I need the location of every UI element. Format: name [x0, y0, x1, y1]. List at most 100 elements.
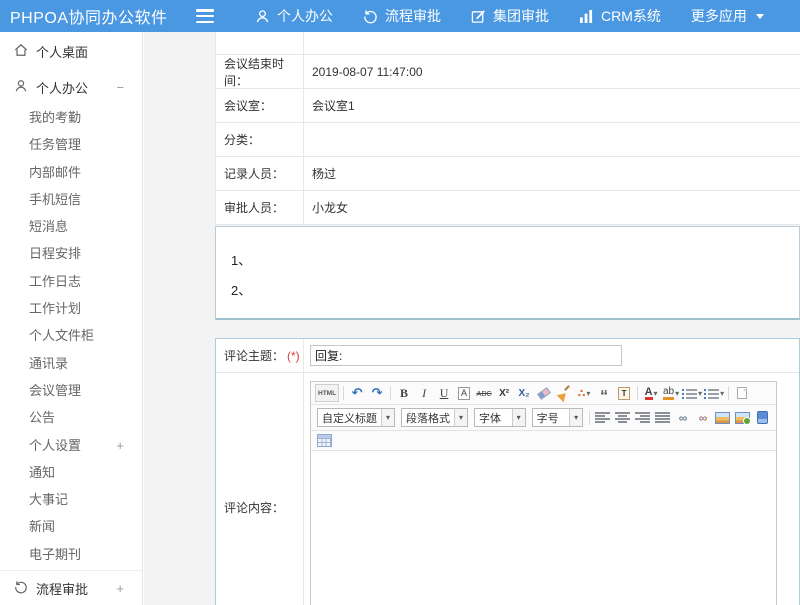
- sidebar-item-memorabilia[interactable]: 大事记: [0, 486, 142, 513]
- caret-down-icon: ▾: [586, 389, 590, 398]
- bold-button[interactable]: B: [395, 384, 413, 402]
- caret-down-icon: ▾: [454, 409, 467, 426]
- comment-content-textarea[interactable]: [311, 451, 776, 605]
- underline-button[interactable]: U: [435, 384, 453, 402]
- nav-label: 集团审批: [493, 6, 549, 26]
- field-label: 记录人员：: [216, 157, 304, 190]
- comment-section: 评论主题： (*) 评论内容： HTML ↶ ↷: [215, 338, 800, 605]
- sidebar-item-notice[interactable]: 通知: [0, 459, 142, 486]
- nav-personal-office[interactable]: 个人办公: [240, 0, 348, 32]
- sidebar-item-tasks[interactable]: 任务管理: [0, 131, 142, 158]
- expand-icon[interactable]: +: [116, 581, 124, 596]
- insert-media-button[interactable]: [754, 409, 772, 427]
- field-label: 分类：: [216, 123, 304, 156]
- sidebar-item-personal-settings[interactable]: 个人设置 +: [0, 432, 142, 459]
- divider: [343, 386, 344, 400]
- editor-toolbar-row-1: HTML ↶ ↷ B I U A ABC X² X₂: [311, 382, 776, 405]
- menu-toggle-button[interactable]: [196, 9, 214, 23]
- format-brush-button[interactable]: [555, 384, 573, 402]
- justify-button[interactable]: [654, 409, 672, 427]
- collapse-icon[interactable]: −: [116, 80, 124, 95]
- font-family-dropdown[interactable]: 字体 ▾: [474, 408, 526, 427]
- dropdown-value: 字体: [475, 410, 512, 426]
- caret-down-icon: ▾: [654, 389, 658, 398]
- redo-button[interactable]: ↷: [368, 384, 386, 402]
- remove-format-button[interactable]: [535, 384, 553, 402]
- strikethrough-button[interactable]: ABC: [475, 384, 493, 402]
- sidebar-item-file-cabinet[interactable]: 个人文件柜: [0, 322, 142, 349]
- sidebar-item-schedule[interactable]: 日程安排: [0, 240, 142, 267]
- justify-icon: [655, 412, 670, 423]
- field-value: HTML ↶ ↷ B I U A ABC X² X₂: [304, 373, 799, 605]
- nav-crm-system[interactable]: CRM系统: [564, 0, 676, 32]
- font-size-dropdown[interactable]: 字号 ▾: [532, 408, 584, 427]
- nav-group-approval[interactable]: 集团审批: [456, 0, 564, 32]
- new-document-button[interactable]: [733, 384, 751, 402]
- sidebar-item-contacts[interactable]: 通讯录: [0, 350, 142, 377]
- sidebar-item-desktop[interactable]: 个人桌面: [0, 32, 142, 70]
- comment-subject-input[interactable]: [310, 345, 622, 366]
- caret-down-icon: ▾: [569, 409, 582, 426]
- person-icon: [14, 79, 28, 96]
- meeting-info-table: 会议结束时间： 2019-08-07 11:47:00 会议室： 会议室1 分类…: [215, 32, 800, 225]
- bar-chart-icon: [579, 9, 594, 23]
- sidebar-item-news[interactable]: 新闻: [0, 513, 142, 540]
- align-left-icon: [595, 412, 610, 423]
- blockquote-button[interactable]: “: [595, 384, 613, 402]
- editor-toolbar-row-3: [311, 431, 776, 451]
- superscript-button[interactable]: X²: [495, 384, 513, 402]
- unordered-list-button[interactable]: ▾: [704, 384, 724, 402]
- html-source-button[interactable]: HTML: [315, 384, 339, 402]
- sidebar-item-short-message[interactable]: 短消息: [0, 213, 142, 240]
- sidebar-item-meeting-management[interactable]: 会议管理: [0, 377, 142, 404]
- remove-link-button[interactable]: ∞: [694, 409, 712, 427]
- insert-table-button[interactable]: [315, 432, 333, 450]
- insert-image-button[interactable]: [714, 409, 732, 427]
- subscript-button[interactable]: X₂: [515, 384, 533, 402]
- sidebar-item-internal-mail[interactable]: 内部邮件: [0, 159, 142, 186]
- person-icon: [255, 9, 270, 24]
- auto-format-button[interactable]: ∴ ▾: [575, 384, 593, 402]
- nav-label: CRM系统: [601, 6, 661, 26]
- ordered-list-button[interactable]: ▾: [682, 384, 702, 402]
- paste-text-button[interactable]: T: [615, 384, 633, 402]
- unordered-list-icon: [704, 388, 719, 399]
- sidebar-item-label: 个人桌面: [36, 42, 88, 61]
- editor-toolbar-row-2: 自定义标题 ▾ 段落格式 ▾ 字体 ▾: [311, 405, 776, 431]
- align-center-button[interactable]: [614, 409, 632, 427]
- table-icon: [317, 434, 332, 447]
- font-color-button[interactable]: A ▾: [642, 384, 660, 402]
- align-right-button[interactable]: [634, 409, 652, 427]
- undo-button[interactable]: ↶: [348, 384, 366, 402]
- paste-icon: T: [618, 387, 630, 400]
- media-icon: [757, 411, 768, 424]
- field-label: 会议室：: [216, 89, 304, 122]
- nav-label: 更多应用: [691, 6, 747, 26]
- upload-image-button[interactable]: [734, 409, 752, 427]
- expand-icon[interactable]: +: [116, 432, 124, 459]
- sidebar-item-work-log[interactable]: 工作日志: [0, 268, 142, 295]
- edit-icon: [471, 9, 486, 24]
- align-left-button[interactable]: [594, 409, 612, 427]
- sidebar-item-e-journal[interactable]: 电子期刊: [0, 541, 142, 568]
- sidebar: 个人桌面 个人办公 − 我的考勤 任务管理 内部邮件 手机短信 短消息 日程安排…: [0, 32, 143, 605]
- italic-button[interactable]: I: [415, 384, 433, 402]
- sidebar-item-personal-office[interactable]: 个人办公 −: [0, 70, 142, 104]
- sidebar-item-workflow-approval[interactable]: 流程审批 +: [0, 571, 142, 605]
- sidebar-item-attendance[interactable]: 我的考勤: [0, 104, 142, 131]
- field-label: 审批人员：: [216, 191, 304, 224]
- nav-more-apps[interactable]: 更多应用: [676, 0, 779, 32]
- field-value: 小龙女: [304, 191, 800, 224]
- sidebar-item-work-plan[interactable]: 工作计划: [0, 295, 142, 322]
- insert-link-button[interactable]: ∞: [674, 409, 692, 427]
- highlight-color-button[interactable]: ab ▾: [662, 384, 680, 402]
- nav-workflow-approval[interactable]: 流程审批: [348, 0, 456, 32]
- sidebar-item-announcement[interactable]: 公告: [0, 404, 142, 431]
- sidebar-item-label: 个人设置: [29, 438, 81, 453]
- autotypeset-icon[interactable]: A: [458, 387, 470, 400]
- paragraph-format-dropdown[interactable]: 段落格式 ▾: [401, 408, 468, 427]
- custom-title-dropdown[interactable]: 自定义标题 ▾: [317, 408, 395, 427]
- comment-subject-label: 评论主题：: [224, 347, 284, 364]
- sidebar-item-sms[interactable]: 手机短信: [0, 186, 142, 213]
- field-value: [304, 32, 800, 54]
